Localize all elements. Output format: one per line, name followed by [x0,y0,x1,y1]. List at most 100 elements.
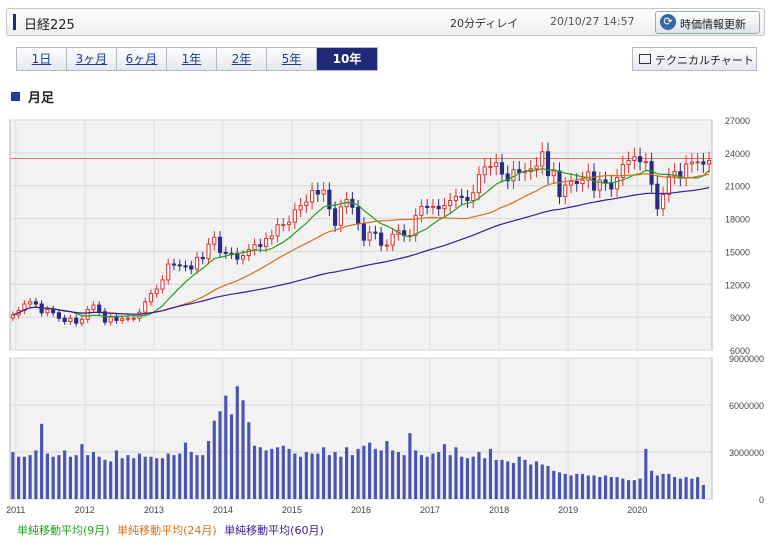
candle-body [56,312,61,319]
volume-bar [51,456,55,499]
volume-bar [442,444,447,499]
candle-body [361,223,366,241]
candle-body [517,169,522,174]
volume-bar [11,452,15,499]
candle-body [356,206,361,225]
candle-body [275,224,280,237]
volume-bar [638,478,642,499]
volume-bar [172,455,176,499]
candle-body [661,194,666,210]
x-tick-label: 2018 [489,505,509,515]
candle-body [568,180,574,186]
volume-bar [431,453,435,499]
candle-body [707,160,712,165]
candle-body [609,182,614,190]
volume-bar [391,450,395,499]
candle-body [488,165,493,168]
candle-body [85,308,90,320]
candle-body [68,317,73,323]
candle-body [51,308,56,314]
volume-bar [63,450,67,499]
volume-bar [264,450,268,499]
candle-body [154,288,159,295]
candle-body [649,161,654,185]
candle-body [143,301,148,313]
volume-bar [465,458,470,499]
volume-bar [661,473,665,499]
volume-bar [57,455,61,499]
volume-bar [235,386,239,499]
volume-bar [506,461,510,499]
volume-bar [322,447,326,499]
legend-ma9: 単純移動平均(9月) [17,524,110,537]
volume-bar [103,459,107,499]
candle-body [436,205,441,210]
candle-body [212,236,217,245]
volume-bar [137,453,142,499]
volume-bar [511,462,516,499]
candle-body [206,243,211,260]
volume-bar [586,475,590,499]
candle-body [33,301,38,305]
volume-bar [454,447,458,499]
candle-body [177,264,182,267]
volume-tick-label: 0 [759,495,764,505]
volume-bar [500,459,504,499]
volume-bar [350,455,354,499]
candle-body [655,183,660,210]
candle-body [580,179,585,185]
candle-body [666,175,671,196]
candle-body [114,316,119,321]
volume-bar [626,480,631,499]
candle-body [281,224,286,227]
volume-bar [437,452,441,499]
volume-bar [701,484,705,499]
volume-bar [316,453,320,499]
candle-body [442,204,447,210]
candle-body [79,318,85,324]
volume-bar [615,477,619,499]
x-tick-label: 2012 [75,505,95,515]
volume-bar [252,445,257,499]
volume-bar [333,452,337,499]
volume-bar [40,423,44,499]
legend-ma24: 単純移動平均(24月) [117,524,217,537]
volume-bar [690,478,694,499]
candle-body [448,200,453,206]
candle-body [379,232,384,246]
volume-bar [241,400,245,499]
volume-bar [603,475,608,499]
volume-bar [34,450,38,499]
volume-bar [195,455,199,499]
price-tick-label: 24000 [725,149,750,159]
candle-body [10,314,15,319]
volume-bar [673,477,677,499]
candle-body [62,317,67,323]
candle-body [292,209,297,223]
volume-bar [552,470,556,499]
volume-bar [684,477,688,499]
volume-bar [356,448,360,499]
volume-bar [649,470,654,499]
volume-bar [327,455,331,499]
volume-bar [592,475,596,499]
candle-body [373,231,378,234]
candle-body [453,195,459,201]
candle-body [120,318,125,321]
volume-bar [132,458,136,499]
candle-body [194,256,200,270]
volume-bar [373,448,377,499]
price-tick-label: 12000 [725,280,750,290]
candle-body [97,304,102,313]
volume-bar [97,456,101,499]
candle-body [240,254,246,260]
volume-bar [362,445,366,499]
volume-bar [448,455,452,499]
candle-body [471,192,476,202]
volume-bar [483,458,487,499]
volume-bar [414,450,418,499]
volume-bar [229,414,234,499]
volume-bar [523,459,527,499]
candle-body [298,204,303,211]
price-tick-label: 21000 [725,182,750,192]
